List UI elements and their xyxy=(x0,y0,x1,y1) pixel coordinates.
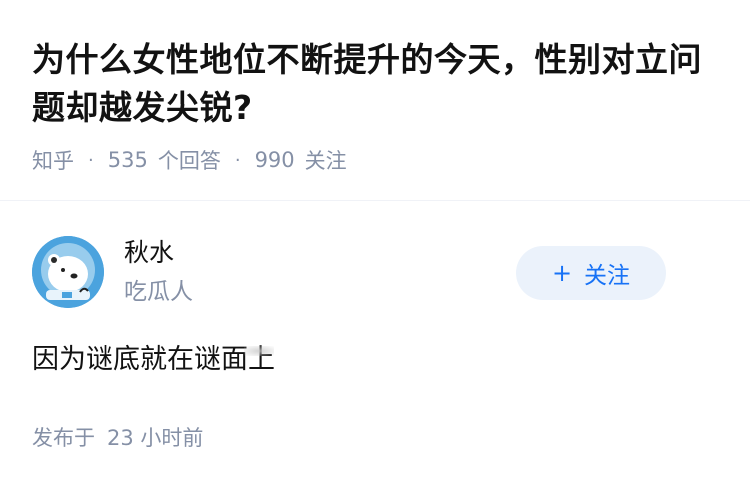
followers-count: 990 xyxy=(254,148,295,172)
question-header: 为什么女性地位不断提升的今天，性别对立问题却越发尖锐? 知乎 · 535 个回答… xyxy=(0,0,750,178)
question-meta: 知乎 · 535 个回答 · 990 关注 xyxy=(32,142,718,178)
publish-time: 发布于 23 小时前 xyxy=(32,422,203,452)
publish-time-value: 23 小时前 xyxy=(107,426,204,450)
plus-icon: + xyxy=(551,259,573,287)
hidden-word-blur xyxy=(244,346,274,356)
answer-card: 秋水 吃瓜人 + 关注 因为谜底就在谜面上 xyxy=(0,200,750,380)
meta-separator: · xyxy=(234,149,241,171)
avatar-image xyxy=(32,236,104,308)
author-tagline: 吃瓜人 xyxy=(124,279,193,305)
question-title[interactable]: 为什么女性地位不断提升的今天，性别对立问题却越发尖锐? xyxy=(32,36,718,132)
answer-text: 因为谜底就在谜面上 xyxy=(32,344,275,375)
followers-label: 关注 xyxy=(304,149,347,173)
answer-page: 为什么女性地位不断提升的今天，性别对立问题却越发尖锐? 知乎 · 535 个回答… xyxy=(0,0,750,490)
publish-label: 发布于 xyxy=(32,426,95,450)
answers-label[interactable]: 个回答 xyxy=(158,145,221,175)
polar-bear-astronaut-avatar-icon[interactable] xyxy=(32,236,104,308)
answer-content[interactable]: 因为谜底就在谜面上 xyxy=(32,340,275,380)
meta-separator: · xyxy=(88,149,94,171)
follow-button[interactable]: + 关注 xyxy=(516,246,666,300)
answers-count: 535 xyxy=(107,148,148,172)
source-label[interactable]: 知乎 xyxy=(32,145,74,175)
author-name[interactable]: 秋水 xyxy=(124,236,174,270)
follow-button-label: 关注 xyxy=(584,263,631,289)
author-row: 秋水 吃瓜人 + 关注 xyxy=(32,200,718,310)
